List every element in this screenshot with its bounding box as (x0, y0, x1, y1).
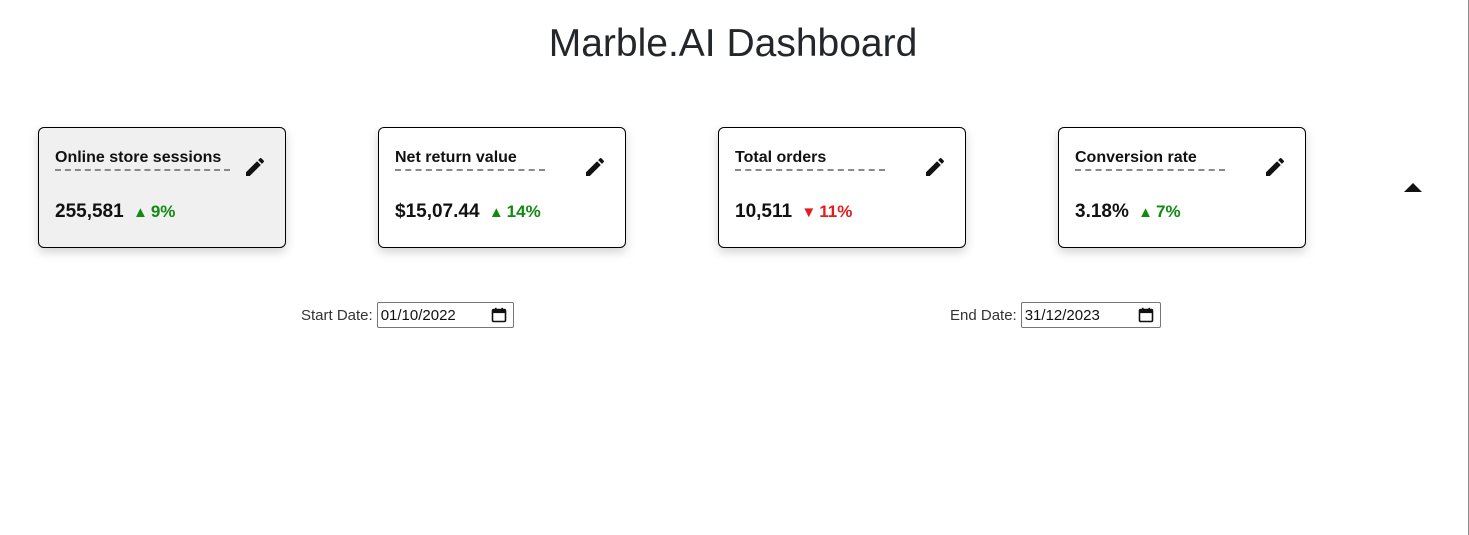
start-date-group: Start Date: 01/10/2022 (301, 301, 514, 329)
pencil-icon (586, 157, 605, 176)
end-date-label: End Date: (950, 306, 1017, 324)
card-title[interactable]: Net return value (395, 148, 570, 167)
metric-value: 10,511 (735, 201, 793, 222)
metric-value: $15,07.44 (395, 201, 480, 222)
page-title: Marble.AI Dashboard (548, 22, 918, 65)
delta-arrow-icon: ▲ (1138, 204, 1154, 221)
caret-up-icon (1404, 183, 1422, 192)
metric-delta: ▲ 7% (1138, 202, 1180, 221)
delta-arrow-icon: ▲ (488, 204, 504, 221)
calendar-icon[interactable] (1138, 307, 1154, 323)
end-date-input[interactable]: 31/12/2023 (1020, 302, 1161, 328)
metric-card-online-store-sessions[interactable]: Online store sessions 255,581 ▲ 9% (38, 127, 286, 248)
card-title[interactable]: Online store sessions (55, 148, 230, 167)
edit-button[interactable] (243, 155, 267, 179)
delta-value: 9% (150, 202, 176, 221)
end-date-value[interactable]: 31/12/2023 (1025, 307, 1138, 324)
start-date-label: Start Date: (301, 306, 373, 324)
card-title-underline (1075, 169, 1225, 171)
card-title-underline (395, 169, 545, 171)
start-date-input[interactable]: 01/10/2022 (376, 302, 514, 328)
metric-row: 10,511 ▼ 11% (735, 201, 852, 224)
card-title[interactable]: Conversion rate (1075, 148, 1250, 167)
pencil-icon (1266, 157, 1285, 176)
pencil-icon (246, 157, 265, 176)
edit-button[interactable] (583, 155, 607, 179)
delta-value: 14% (506, 202, 541, 221)
metric-value: 3.18% (1075, 201, 1129, 222)
metric-delta: ▼ 11% (801, 202, 852, 221)
metric-value: 255,581 (55, 201, 124, 222)
edit-button[interactable] (1263, 155, 1287, 179)
card-title[interactable]: Total orders (735, 148, 910, 167)
card-title-underline (55, 169, 230, 171)
delta-value: 11% (819, 202, 853, 221)
edit-button[interactable] (923, 155, 947, 179)
collapse-button[interactable] (1398, 176, 1428, 200)
metric-row: 3.18% ▲ 7% (1075, 201, 1181, 224)
delta-arrow-icon: ▼ (801, 204, 817, 221)
metric-delta: ▲ 14% (489, 202, 541, 221)
metric-card-conversion-rate[interactable]: Conversion rate 3.18% ▲ 7% (1058, 127, 1306, 248)
pencil-icon (926, 157, 945, 176)
calendar-icon[interactable] (491, 307, 507, 323)
delta-arrow-icon: ▲ (132, 204, 148, 221)
metric-card-total-orders[interactable]: Total orders 10,511 ▼ 11% (718, 127, 966, 248)
start-date-value[interactable]: 01/10/2022 (381, 307, 491, 324)
metric-row: $15,07.44 ▲ 14% (395, 201, 541, 224)
card-title-underline (735, 169, 885, 171)
dashboard-page: Marble.AI Dashboard Online store session… (0, 0, 1469, 535)
end-date-group: End Date: 31/12/2023 (950, 301, 1161, 329)
metric-delta: ▲ 9% (133, 202, 175, 221)
metric-row: 255,581 ▲ 9% (55, 201, 175, 224)
metric-card-net-return-value[interactable]: Net return value $15,07.44 ▲ 14% (378, 127, 626, 248)
delta-value: 7% (1156, 202, 1181, 221)
